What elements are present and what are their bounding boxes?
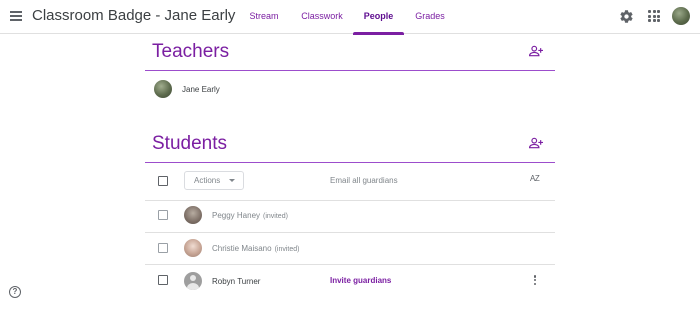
email-all-guardians-link[interactable]: Email all guardians: [330, 176, 398, 185]
teacher-avatar: [154, 80, 172, 98]
tab-grades[interactable]: Grades: [410, 0, 450, 34]
tab-classwork[interactable]: Classwork: [298, 0, 346, 34]
row-divider: [145, 232, 555, 233]
tab-people[interactable]: People: [353, 0, 404, 35]
teachers-heading: Teachers: [152, 41, 230, 62]
student-avatar: [184, 239, 202, 257]
row-divider: [145, 264, 555, 265]
actions-label: Actions: [194, 176, 221, 185]
students-divider: [145, 162, 555, 163]
top-app-bar: Classroom Badge - Jane Early Stream Clas…: [0, 0, 700, 35]
students-heading: Students: [152, 133, 227, 154]
student-checkbox[interactable]: [158, 243, 168, 253]
apps-grid-icon[interactable]: [648, 10, 660, 22]
more-options-icon[interactable]: [533, 275, 537, 287]
actions-dropdown[interactable]: Actions: [184, 171, 244, 190]
invited-status: (invited): [263, 213, 288, 220]
class-title[interactable]: Classroom Badge - Jane Early: [32, 7, 235, 24]
sort-az-icon[interactable]: AZ: [530, 174, 540, 183]
student-name-text: Peggy Haney: [212, 211, 261, 220]
select-all-checkbox[interactable]: [158, 176, 168, 186]
account-avatar[interactable]: [672, 7, 690, 25]
menu-icon[interactable]: [10, 11, 22, 21]
gear-icon[interactable]: [619, 9, 634, 24]
tab-stream[interactable]: Stream: [246, 0, 282, 34]
student-name[interactable]: Robyn Turner: [212, 277, 260, 286]
invite-guardians-link[interactable]: Invite guardians: [330, 276, 391, 285]
add-student-icon[interactable]: [529, 137, 543, 149]
help-icon[interactable]: ?: [9, 286, 21, 298]
invited-status: (invited): [274, 246, 300, 253]
student-checkbox[interactable]: [158, 275, 168, 285]
student-avatar: [184, 206, 202, 224]
teachers-divider: [145, 70, 555, 71]
student-checkbox[interactable]: [158, 210, 168, 220]
row-divider: [145, 200, 555, 201]
student-name[interactable]: Peggy Haney (invited): [212, 211, 288, 220]
student-name[interactable]: Christie Maisano (invited): [212, 244, 299, 253]
add-teacher-icon[interactable]: [529, 45, 543, 57]
teacher-name[interactable]: Jane Early: [182, 85, 220, 94]
default-avatar-icon: [184, 272, 202, 290]
dropdown-caret-icon: [229, 179, 235, 182]
student-name-text: Christie Maisano: [212, 244, 272, 253]
